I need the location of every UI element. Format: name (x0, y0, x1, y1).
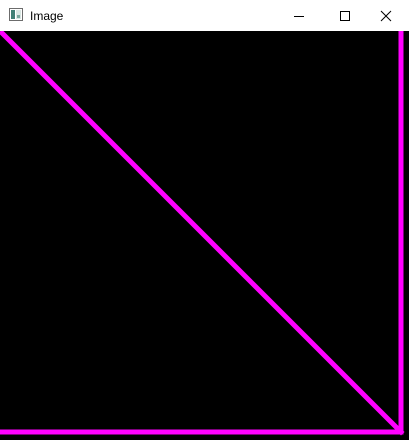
title-bar[interactable]: Image (0, 0, 409, 31)
minimize-icon (294, 15, 304, 17)
image-canvas (0, 31, 409, 440)
maximize-button[interactable] (322, 0, 368, 31)
close-button[interactable] (363, 0, 409, 31)
window-title: Image (30, 9, 64, 23)
close-icon (380, 10, 392, 21)
image-window-icon (9, 8, 23, 21)
image-drawing (0, 31, 409, 440)
maximize-icon (340, 10, 350, 21)
image-window: Image (0, 0, 409, 440)
minimize-button[interactable] (276, 0, 322, 31)
